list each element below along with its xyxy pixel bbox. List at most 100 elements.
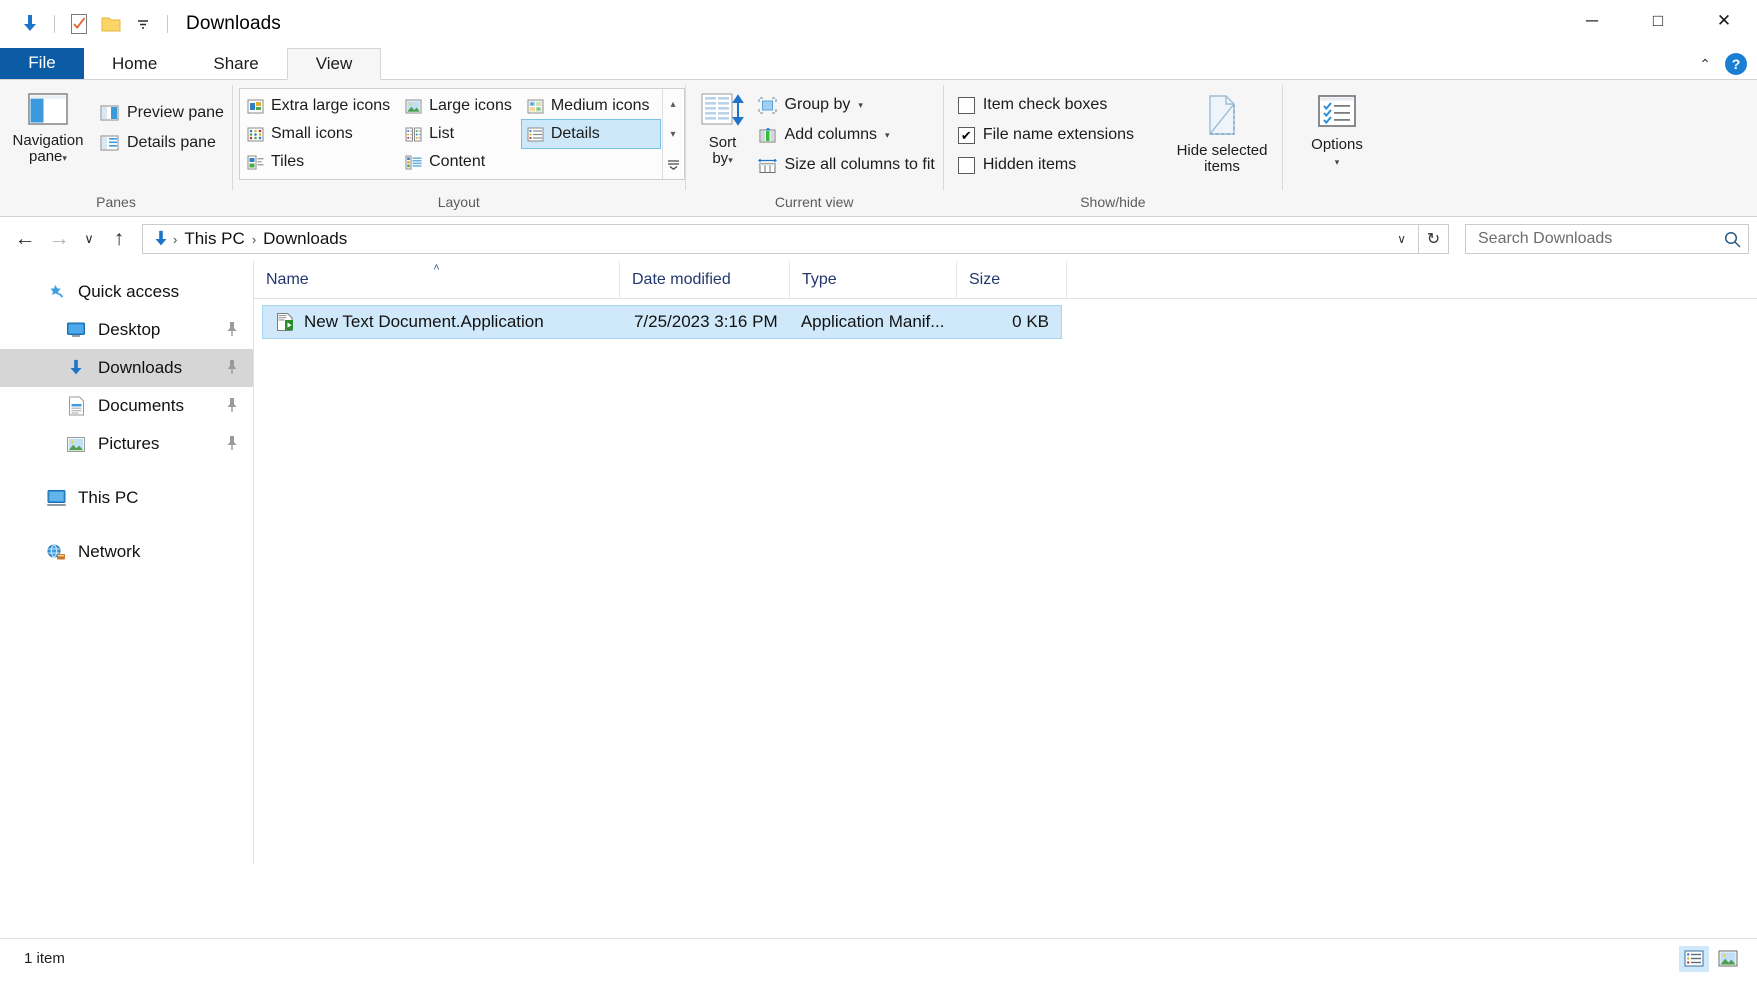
sidebar-gap-2	[0, 517, 253, 533]
gallery-scroll-up-icon[interactable]: ▴	[663, 91, 684, 117]
large-icons-view-toggle[interactable]	[1713, 946, 1743, 972]
gallery-scroll-down-icon[interactable]: ▾	[663, 121, 684, 147]
collapse-ribbon-icon[interactable]: ⌃	[1699, 56, 1711, 73]
sidebar-label-desktop: Desktop	[98, 320, 161, 339]
sidebar-item-documents[interactable]: Documents	[0, 387, 253, 425]
layout-list[interactable]: List	[400, 120, 522, 148]
sidebar-item-this-pc[interactable]: This PC	[0, 479, 253, 517]
up-button[interactable]: ↑	[102, 222, 136, 256]
refresh-button[interactable]: ↻	[1419, 224, 1449, 254]
pin-icon-downloads[interactable]	[225, 359, 239, 378]
size-all-columns-label: Size all columns to fit	[784, 156, 935, 173]
tab-strip-actions: ⌃ ?	[1699, 48, 1747, 80]
tab-home[interactable]: Home	[84, 48, 185, 79]
layout-tiles[interactable]: Tiles	[242, 148, 400, 176]
layout-extra-large-icons-label: Extra large icons	[270, 97, 391, 114]
column-header-size-label: Size	[969, 270, 1001, 288]
item-check-boxes-checkbox[interactable]	[957, 96, 975, 114]
title-bar: Downloads ─ □ ✕	[0, 0, 1757, 48]
navigation-pane-label: Navigation pane▾	[13, 132, 84, 165]
navigation-pane-button[interactable]: Navigation pane▾	[0, 86, 96, 165]
hide-selected-items-button[interactable]: Hide selected items	[1162, 86, 1282, 175]
options-caret-icon[interactable]: ▾	[1335, 157, 1340, 167]
size-all-columns-to-fit-button[interactable]: Size all columns to fit	[754, 150, 943, 180]
column-header-date-modified[interactable]: Date modified	[620, 261, 790, 298]
recent-locations-icon[interactable]: ∨	[76, 222, 102, 256]
breadcrumb-downloads[interactable]: Downloads	[258, 229, 352, 249]
breadcrumb-this-pc[interactable]: This PC	[179, 229, 249, 249]
group-by-icon	[757, 96, 777, 114]
pin-icon-pictures[interactable]	[225, 435, 239, 454]
size-columns-icon	[757, 158, 777, 173]
nav-pane-caret-icon[interactable]: ▾	[62, 153, 67, 163]
address-dropdown-icon[interactable]: ∨	[1387, 232, 1416, 246]
pin-icon-desktop[interactable]	[225, 321, 239, 340]
layout-medium-icons[interactable]: Medium icons	[522, 92, 660, 120]
new-folder-icon[interactable]	[95, 8, 127, 40]
tab-view[interactable]: View	[286, 48, 382, 80]
layout-details[interactable]: Details	[520, 119, 661, 149]
sort-by-caret-icon[interactable]: ▾	[728, 155, 733, 165]
layout-content[interactable]: Content	[400, 148, 522, 176]
column-header-size[interactable]: Size	[957, 261, 1067, 298]
layout-small-icons[interactable]: Small icons	[242, 120, 400, 148]
sidebar-item-downloads[interactable]: Downloads	[0, 349, 253, 387]
ribbon-tab-strip: File Home Share View ⌃ ?	[0, 48, 1757, 80]
search-box[interactable]	[1465, 224, 1749, 254]
layout-large-icons[interactable]: Large icons	[400, 92, 522, 120]
preview-pane-label: Preview pane	[127, 104, 224, 121]
ribbon: Navigation pane▾ Preview pane Details pa…	[0, 80, 1757, 217]
window-title: Downloads	[186, 13, 281, 34]
address-folder-icon	[151, 229, 171, 249]
column-header-date-modified-label: Date modified	[632, 270, 731, 288]
forward-button[interactable]: →	[42, 222, 76, 256]
ribbon-group-panes: Navigation pane▾ Preview pane Details pa…	[0, 80, 232, 216]
address-field[interactable]: › This PC › Downloads ∨	[142, 224, 1419, 254]
file-list: New Text Document.Application 7/25/2023 …	[254, 299, 1757, 864]
ribbon-group-current-view: Sort by▾ Group by ▾ Add columns ▾ Size a…	[686, 80, 943, 216]
star-pin-icon	[44, 283, 68, 302]
hidden-items-toggle[interactable]: Hidden items	[954, 150, 1142, 180]
close-button[interactable]: ✕	[1691, 0, 1757, 42]
details-pane-toggle[interactable]: Details pane	[96, 128, 232, 158]
sort-by-button[interactable]: Sort by▾	[692, 86, 754, 167]
table-row[interactable]: New Text Document.Application 7/25/2023 …	[262, 305, 1062, 339]
file-name-extensions-toggle[interactable]: ✔ File name extensions	[954, 120, 1142, 150]
sidebar-item-network[interactable]: Network	[0, 533, 253, 571]
add-columns-caret-icon[interactable]: ▾	[885, 130, 890, 141]
back-button[interactable]: ←	[8, 222, 42, 256]
gallery-expand-icon[interactable]	[663, 151, 684, 177]
column-header-name[interactable]: ˄ Name	[254, 261, 620, 298]
help-icon[interactable]: ?	[1725, 53, 1747, 75]
search-input[interactable]	[1478, 230, 1723, 248]
item-check-boxes-toggle[interactable]: Item check boxes	[954, 90, 1142, 120]
minimize-button[interactable]: ─	[1559, 0, 1625, 42]
tab-share[interactable]: Share	[185, 48, 286, 79]
file-list-pane: ˄ Name Date modified Type Size New Text …	[254, 261, 1757, 864]
tab-file[interactable]: File	[0, 48, 84, 79]
group-by-caret-icon[interactable]: ▾	[858, 100, 863, 111]
add-columns-icon	[759, 127, 776, 142]
layout-extra-large-icons[interactable]: Extra large icons	[242, 92, 400, 120]
add-columns-button[interactable]: Add columns ▾	[754, 120, 943, 150]
properties-icon[interactable]	[63, 8, 95, 40]
column-header-type[interactable]: Type	[790, 261, 957, 298]
ribbon-group-show-hide-label: Show/hide	[1080, 194, 1146, 210]
preview-pane-toggle[interactable]: Preview pane	[96, 98, 232, 128]
pin-icon-documents[interactable]	[225, 397, 239, 416]
options-button[interactable]: Options ▾	[1291, 86, 1383, 169]
hide-selected-line1: Hide selected	[1176, 142, 1268, 159]
details-view-toggle[interactable]	[1679, 945, 1709, 972]
sidebar-item-quick-access[interactable]: Quick access	[0, 273, 253, 311]
group-by-button[interactable]: Group by ▾	[754, 90, 943, 120]
customize-caret-icon[interactable]	[127, 8, 159, 40]
layout-gallery-scrollbar[interactable]: ▴ ▾	[661, 89, 684, 179]
sidebar-item-desktop[interactable]: Desktop	[0, 311, 253, 349]
layout-list-label: List	[429, 125, 455, 142]
sidebar-label-quick-access: Quick access	[78, 282, 180, 301]
magnifier-icon[interactable]	[1723, 230, 1742, 249]
sidebar-item-pictures[interactable]: Pictures	[0, 425, 253, 463]
file-name-extensions-checkbox[interactable]: ✔	[957, 126, 975, 144]
maximize-button[interactable]: □	[1625, 0, 1691, 42]
hidden-items-checkbox[interactable]	[957, 156, 975, 174]
